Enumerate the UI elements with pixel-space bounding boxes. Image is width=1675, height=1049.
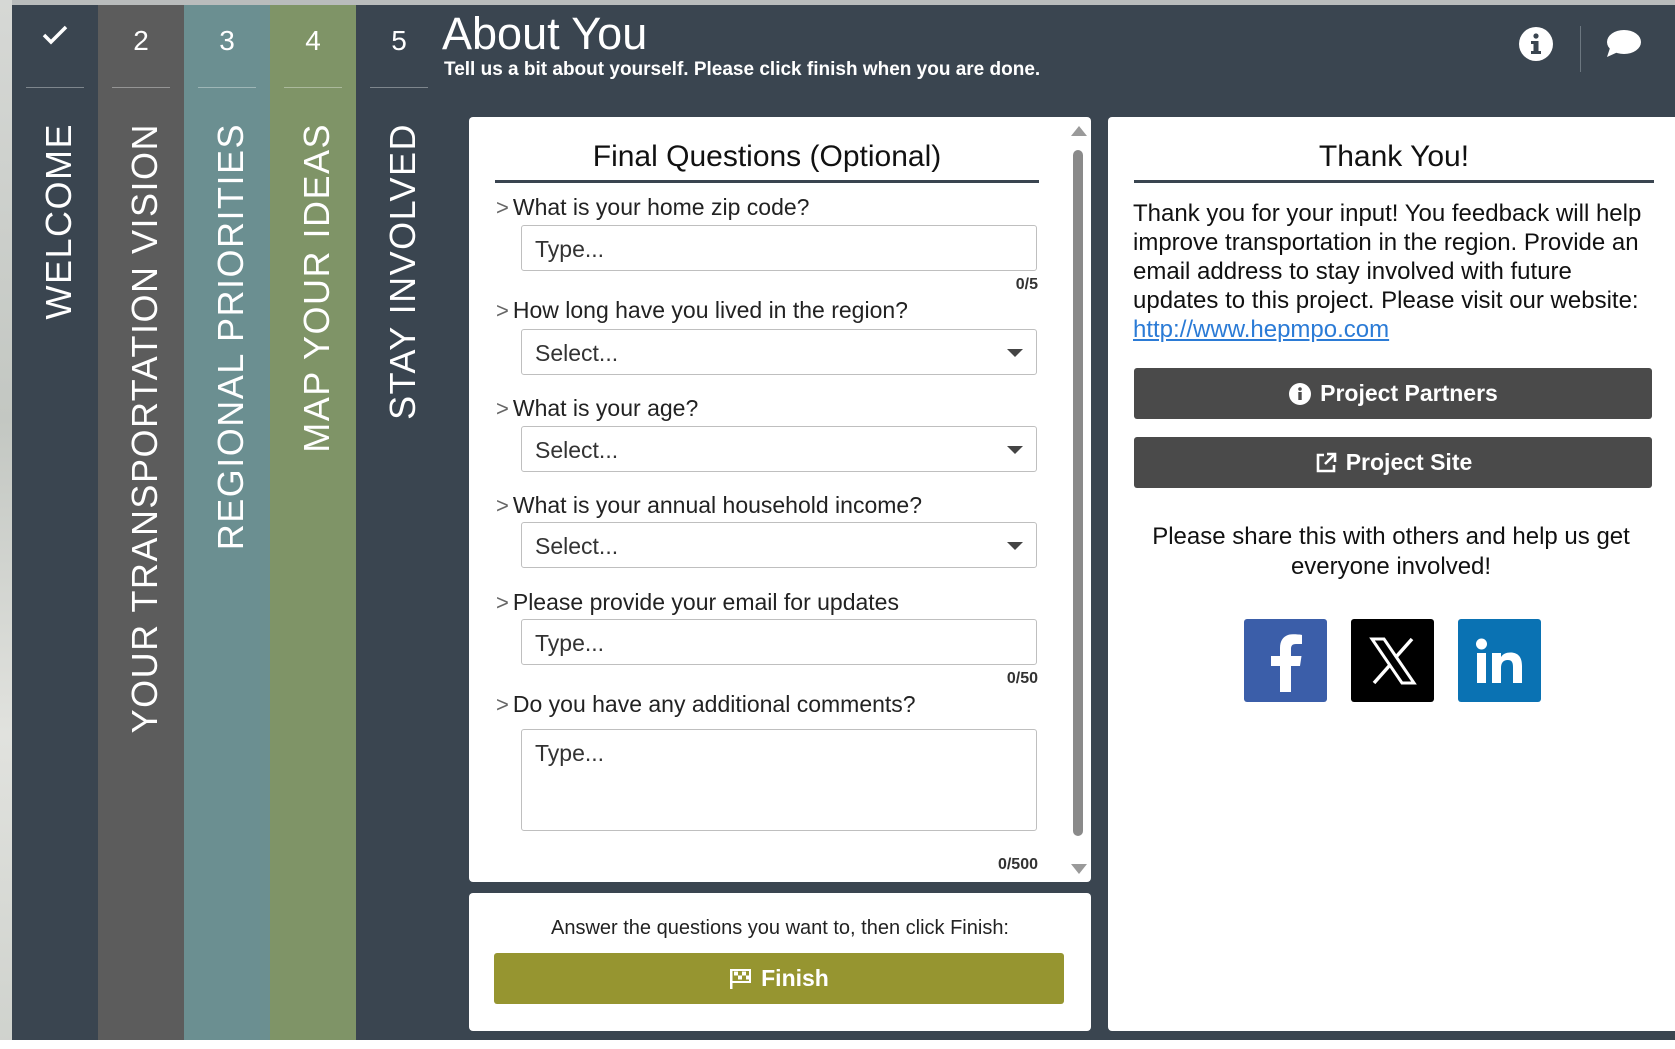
chevron-right-icon: > bbox=[496, 692, 509, 717]
chevron-right-icon: > bbox=[496, 298, 509, 323]
step-number: 4 bbox=[305, 25, 321, 56]
step-number: 3 bbox=[219, 25, 235, 56]
caret-down-icon bbox=[1007, 446, 1023, 454]
step-tab-transportation-vision[interactable]: 2 YOUR TRANSPORTATION VISION bbox=[98, 5, 184, 1040]
question-label: > What is your age? bbox=[496, 395, 699, 421]
step-label: WELCOME bbox=[38, 123, 79, 320]
finish-prompt: Answer the questions you want to, then c… bbox=[550, 917, 1009, 939]
chevron-right-icon: > bbox=[496, 195, 509, 220]
question-label: > What is your annual household income? bbox=[496, 492, 922, 518]
bottom-bar bbox=[0, 1040, 1675, 1049]
char-counter: 0/500 bbox=[997, 856, 1038, 873]
question-label: > What is your home zip code? bbox=[496, 194, 810, 220]
external-link-icon bbox=[1316, 452, 1337, 472]
thank-you-message: Thank you for your input! You feedback w… bbox=[1133, 200, 1642, 343]
divider bbox=[1580, 26, 1581, 72]
step-tab-map-your-ideas[interactable]: 4 MAP YOUR IDEAS bbox=[270, 5, 356, 1040]
step-label: STAY INVOLVED bbox=[382, 123, 423, 420]
linkedin-icon[interactable] bbox=[1458, 619, 1541, 702]
step-number: 5 bbox=[391, 25, 407, 56]
flag-icon bbox=[730, 968, 752, 989]
step-label: MAP YOUR IDEAS bbox=[296, 123, 337, 453]
checkmark-icon bbox=[12, 25, 98, 45]
step-tab-welcome[interactable]: WELCOME bbox=[12, 5, 98, 1040]
age-select[interactable]: Select... bbox=[521, 426, 1037, 472]
questions-title: Final Questions (Optional) bbox=[592, 140, 942, 173]
chevron-right-icon: > bbox=[496, 590, 509, 615]
step-label: YOUR TRANSPORTATION VISION bbox=[124, 123, 165, 734]
website-link[interactable]: http://www.hepmpo.com bbox=[1133, 316, 1389, 343]
email-field[interactable]: Type... bbox=[521, 619, 1037, 665]
info-icon[interactable] bbox=[1518, 26, 1554, 62]
thank-you-title: Thank You! bbox=[1318, 140, 1470, 173]
divider bbox=[198, 87, 256, 88]
share-prompt: Please share this with others and help u… bbox=[1152, 523, 1630, 580]
map-background bbox=[0, 0, 12, 1049]
x-icon[interactable] bbox=[1351, 619, 1434, 702]
scrollbar[interactable] bbox=[1071, 126, 1087, 878]
years-in-region-select[interactable]: Select... bbox=[521, 329, 1037, 375]
scroll-down-arrow-icon[interactable] bbox=[1071, 864, 1087, 874]
char-counter: 0/50 bbox=[1006, 670, 1038, 687]
divider bbox=[26, 87, 84, 88]
comments-textarea[interactable]: Type... bbox=[521, 729, 1037, 831]
title-underline bbox=[1134, 180, 1654, 183]
scroll-thumb[interactable] bbox=[1073, 150, 1083, 836]
divider bbox=[370, 87, 428, 88]
info-icon bbox=[1289, 382, 1312, 405]
comment-icon[interactable] bbox=[1604, 26, 1642, 62]
step-tab-regional-priorities[interactable]: 3 REGIONAL PRIORITIES bbox=[184, 5, 270, 1040]
page-title: About You bbox=[442, 8, 648, 59]
project-site-button[interactable]: Project Site bbox=[1134, 437, 1652, 488]
question-label: > Do you have any additional comments? bbox=[496, 691, 916, 717]
caret-down-icon bbox=[1007, 542, 1023, 550]
chevron-right-icon: > bbox=[496, 493, 509, 518]
caret-down-icon bbox=[1007, 349, 1023, 357]
chevron-right-icon: > bbox=[496, 396, 509, 421]
title-underline bbox=[495, 180, 1039, 183]
facebook-icon[interactable] bbox=[1244, 619, 1327, 702]
divider bbox=[112, 87, 170, 88]
question-label: > Please provide your email for updates bbox=[496, 589, 899, 615]
char-counter: 0/5 bbox=[1015, 276, 1038, 293]
step-number: 2 bbox=[133, 25, 149, 56]
question-label: > How long have you lived in the region? bbox=[496, 297, 908, 323]
divider bbox=[284, 87, 342, 88]
step-label: REGIONAL PRIORITIES bbox=[210, 123, 251, 551]
step-tab-stay-involved[interactable]: 5 STAY INVOLVED bbox=[356, 5, 442, 1040]
income-select[interactable]: Select... bbox=[521, 522, 1037, 568]
project-partners-button[interactable]: Project Partners bbox=[1134, 368, 1652, 419]
finish-button[interactable]: Finish bbox=[494, 953, 1064, 1004]
page-subtitle: Tell us a bit about yourself. Please cli… bbox=[444, 59, 1041, 80]
zip-code-input[interactable]: Type... bbox=[521, 225, 1037, 271]
scroll-up-arrow-icon[interactable] bbox=[1071, 126, 1087, 136]
